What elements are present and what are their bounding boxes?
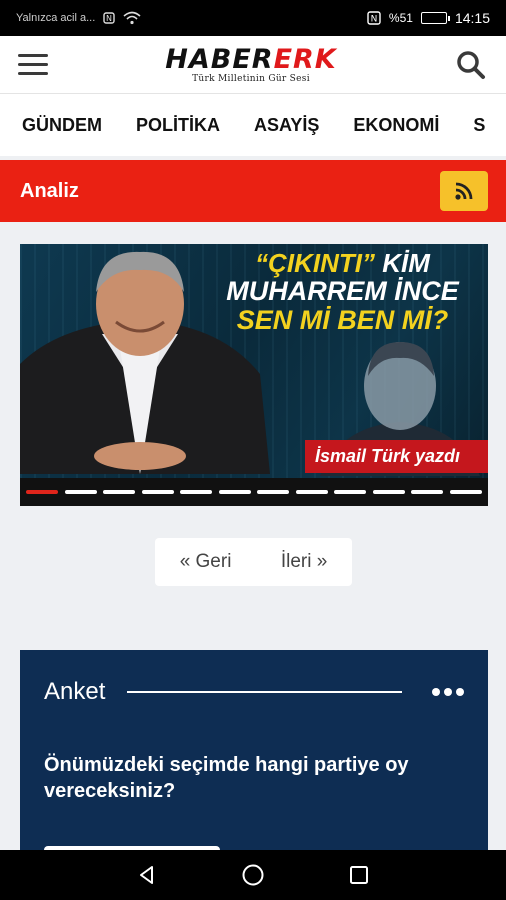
headline-quote: “ÇIKINTI”: [255, 248, 375, 278]
slider-dot[interactable]: [26, 490, 58, 494]
slide-headline: “ÇIKINTI” KİM MUHARREM İNCE SEN Mİ BEN M…: [200, 248, 485, 335]
slide-byline: İsmail Türk yazdı: [304, 440, 488, 473]
clock: 14:15: [454, 10, 490, 26]
battery-percent: %51: [388, 11, 413, 25]
slider-dot[interactable]: [141, 490, 174, 494]
home-icon[interactable]: [238, 860, 268, 890]
system-nav-bar: [0, 850, 506, 900]
rss-button[interactable]: [440, 171, 488, 211]
poll-title: Anket: [44, 678, 106, 705]
recents-icon[interactable]: [344, 860, 374, 890]
category-nav: GÜNDEM POLİTİKA ASAYİŞ EKONOMİ S: [0, 94, 506, 156]
prev-button[interactable]: « Geri: [180, 551, 232, 573]
headline-slider[interactable]: “ÇIKINTI” KİM MUHARREM İNCE SEN Mİ BEN M…: [20, 244, 488, 506]
notification-text: Yalnızca acil a...: [16, 12, 96, 24]
search-icon[interactable]: [454, 48, 488, 82]
headline-line1: KİM: [375, 248, 430, 278]
site-header: HABERERK Türk Milletinin Gür Sesi: [0, 36, 506, 94]
section-header: Analiz: [0, 160, 506, 222]
slider-dot[interactable]: [295, 490, 328, 494]
logo-part-2: ERK: [273, 43, 337, 75]
status-bar: Yalnızca acil a... N N %51 14:15: [0, 0, 506, 36]
pagination: « Geri İleri »: [155, 538, 352, 586]
poll-widget: Anket Önümüzdeki seçimde hangi partiye o…: [20, 650, 488, 854]
logo-part-1: HABER: [165, 43, 274, 75]
section-title: Analiz: [20, 179, 79, 202]
menu-icon[interactable]: [18, 54, 48, 75]
nav-item-politika[interactable]: POLİTİKA: [136, 115, 220, 136]
headline-line2: MUHARREM İNCE: [226, 276, 459, 307]
poll-divider: [127, 691, 402, 693]
nav-item-next[interactable]: S: [473, 115, 485, 136]
more-options-icon[interactable]: [432, 688, 464, 696]
svg-text:N: N: [106, 14, 112, 23]
next-button[interactable]: İleri »: [281, 551, 327, 573]
slider-dot[interactable]: [218, 490, 251, 494]
nfc-status-icon: N: [367, 11, 381, 25]
site-logo[interactable]: HABERERK Türk Milletinin Gür Sesi: [165, 46, 336, 84]
back-icon[interactable]: [132, 860, 162, 890]
battery-icon: [420, 12, 450, 24]
svg-text:N: N: [371, 15, 378, 25]
slider-dot[interactable]: [180, 490, 213, 494]
slider-dot[interactable]: [449, 490, 482, 494]
nav-item-asayis[interactable]: ASAYİŞ: [254, 115, 319, 136]
wifi-icon: [123, 11, 141, 25]
slider-indicators: [20, 478, 488, 506]
nav-item-ekonomi[interactable]: EKONOMİ: [353, 115, 439, 136]
slider-dot[interactable]: [334, 490, 367, 494]
poll-question: Önümüzdeki seçimde hangi partiye oy vere…: [44, 754, 409, 802]
logo-slogan: Türk Milletinin Gür Sesi: [192, 73, 310, 84]
nav-item-gundem[interactable]: GÜNDEM: [22, 115, 102, 136]
slider-dot[interactable]: [257, 490, 290, 494]
slider-dot[interactable]: [64, 490, 97, 494]
slider-dot[interactable]: [372, 490, 405, 494]
nfc-icon: N: [103, 12, 115, 24]
headline-line3: SEN Mİ BEN Mİ?: [236, 304, 449, 335]
slider-dot[interactable]: [411, 490, 444, 494]
rss-icon: [455, 182, 473, 200]
slider-dot[interactable]: [103, 490, 136, 494]
